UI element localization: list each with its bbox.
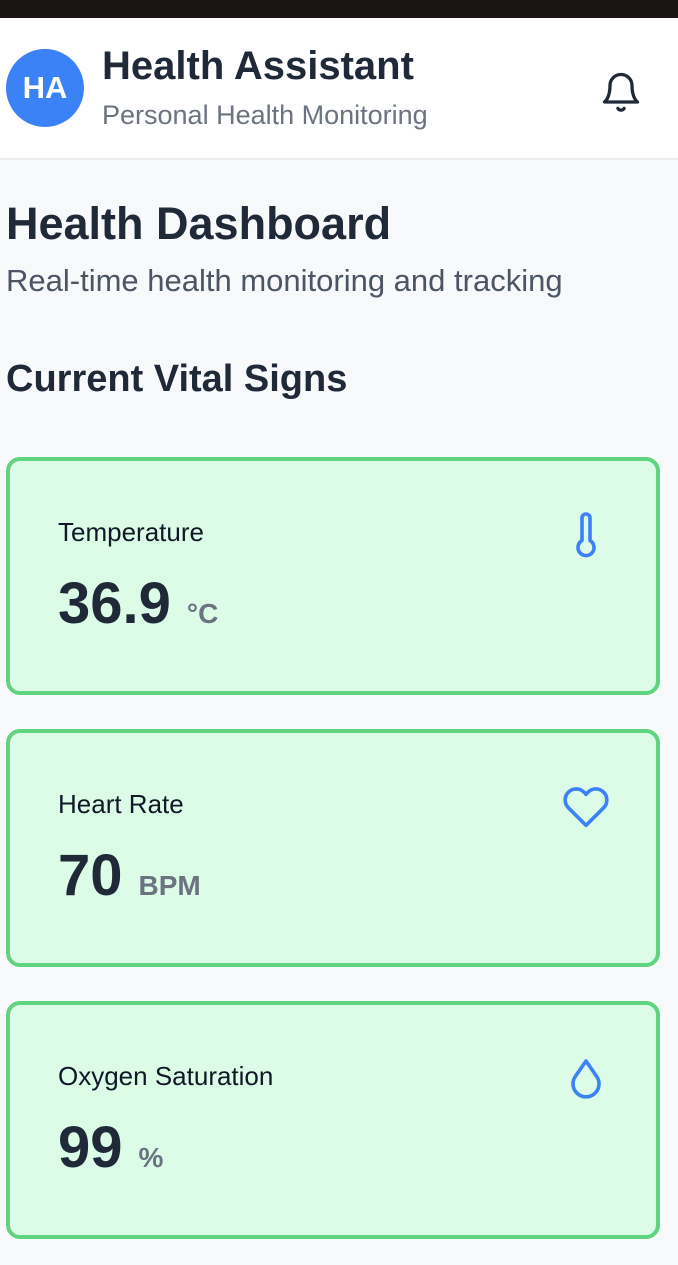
page-subtitle: Real-time health monitoring and tracking <box>6 263 563 298</box>
bell-icon <box>602 72 640 112</box>
section-title: Current Vital Signs <box>6 358 348 400</box>
page-title: Health Dashboard <box>6 198 392 249</box>
vital-card-heart-rate[interactable]: Heart Rate 70 BPM <box>6 729 660 967</box>
app-header: HA Health Assistant Personal Health Moni… <box>0 18 678 160</box>
app-subtitle: Personal Health Monitoring <box>102 100 428 130</box>
vital-label: Temperature <box>58 517 204 547</box>
vital-value-group: 36.9 °C <box>58 575 218 633</box>
vital-label: Oxygen Saturation <box>58 1061 274 1091</box>
thermometer-icon <box>562 511 610 559</box>
vital-unit: % <box>138 1142 164 1173</box>
vital-value: 70 <box>58 843 123 908</box>
notifications-button[interactable] <box>596 66 646 116</box>
vital-card-temperature[interactable]: Temperature 36.9 °C <box>6 457 660 695</box>
vital-value: 36.9 <box>58 571 171 636</box>
heart-icon <box>562 783 610 831</box>
vital-unit: °C <box>186 598 219 629</box>
vital-unit: BPM <box>138 870 201 901</box>
vital-value-group: 99 % <box>58 1119 163 1177</box>
vital-label: Heart Rate <box>58 789 184 819</box>
status-bar <box>0 0 678 18</box>
app-title: Health Assistant <box>102 44 414 88</box>
vital-value: 99 <box>58 1115 123 1180</box>
vital-card-oxygen-saturation[interactable]: Oxygen Saturation 99 % <box>6 1001 660 1239</box>
vital-value-group: 70 BPM <box>58 847 201 905</box>
avatar[interactable]: HA <box>6 49 84 127</box>
droplet-icon <box>562 1055 610 1103</box>
